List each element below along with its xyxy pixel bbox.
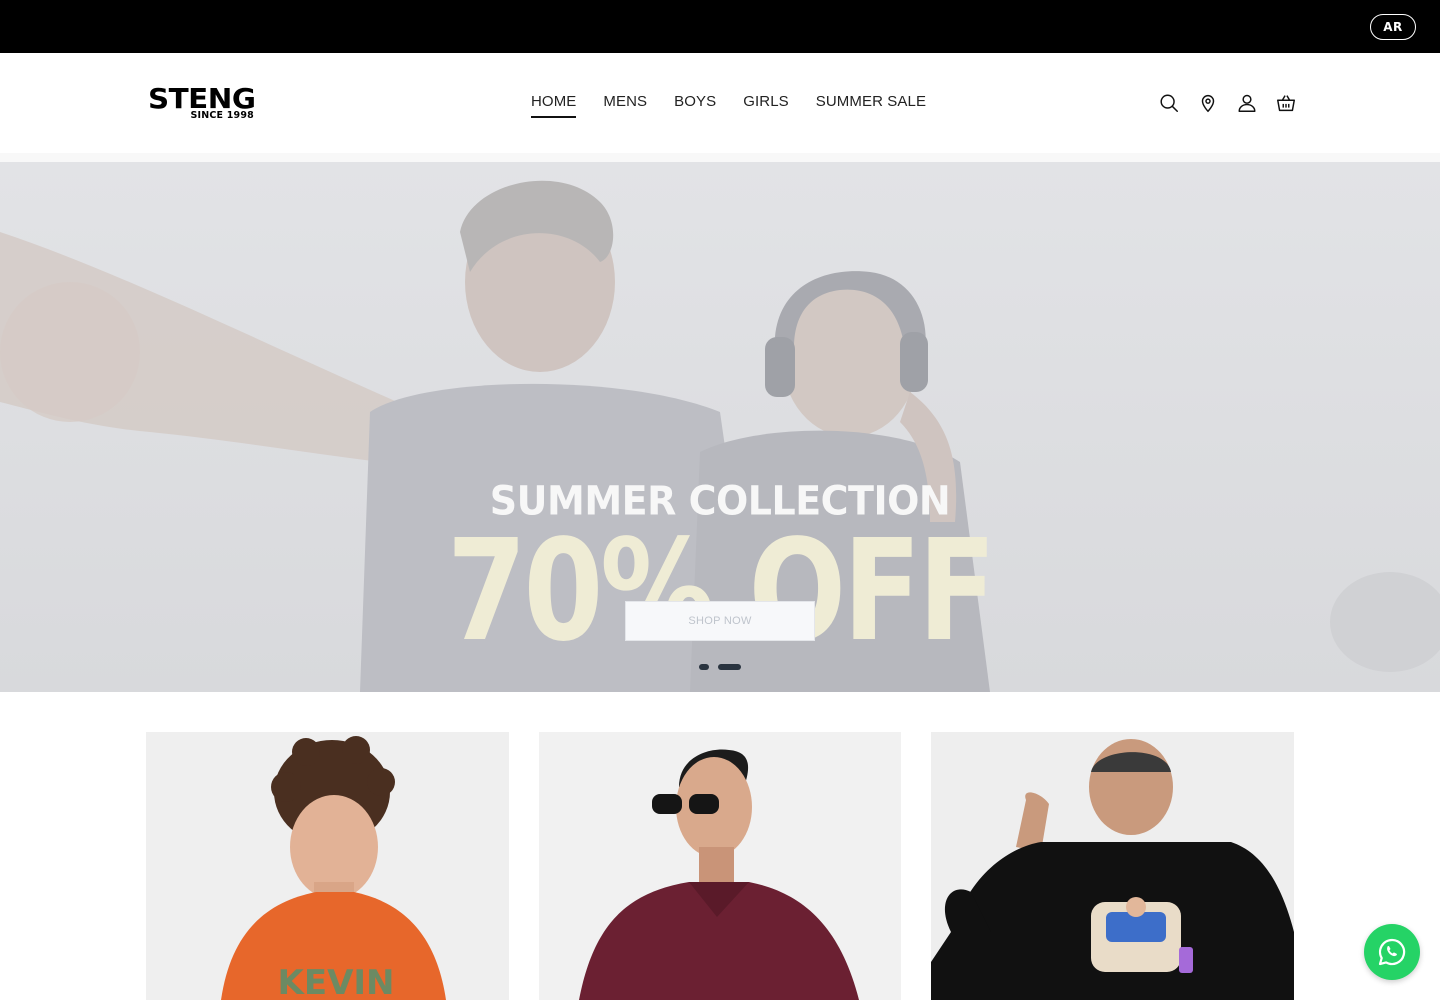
cart-icon[interactable] — [1275, 91, 1297, 115]
carousel-dots — [699, 664, 741, 670]
svg-text:KEVIN: KEVIN — [278, 963, 395, 1000]
nav-item-summer-sale[interactable]: SUMMER SALE — [816, 93, 926, 118]
logo-tagline: SINCE 1998 — [190, 110, 254, 121]
category-tile-mens[interactable] — [539, 732, 901, 1000]
logo-wordmark: STENG — [148, 82, 256, 115]
hero-offer: 70% OFF — [446, 510, 997, 673]
main-nav: HOME MENS BOYS GIRLS SUMMER SALE — [531, 93, 926, 118]
category-tiles: KEVIN — [146, 732, 1294, 1000]
carousel-dot-active[interactable] — [718, 664, 741, 670]
product-image — [931, 732, 1294, 1000]
whatsapp-icon — [1378, 938, 1406, 966]
product-image — [539, 732, 901, 1000]
product-image: KEVIN — [146, 732, 509, 1000]
site-header: STENG SINCE 1998 HOME MENS BOYS GIRLS SU… — [0, 53, 1440, 153]
search-icon[interactable] — [1158, 91, 1180, 115]
whatsapp-chat-button[interactable] — [1364, 924, 1420, 980]
nav-item-girls[interactable]: GIRLS — [743, 93, 789, 118]
category-tile-boys[interactable]: KEVIN — [146, 732, 509, 1000]
brand-logo[interactable]: STENG SINCE 1998 — [148, 85, 256, 122]
header-actions — [1158, 91, 1297, 115]
nav-item-boys[interactable]: BOYS — [674, 93, 716, 118]
hero-banner[interactable]: SUMMER COLLECTION 70% OFF SHOP NOW — [0, 162, 1440, 692]
nav-item-mens[interactable]: MENS — [603, 93, 647, 118]
shop-now-button[interactable]: SHOP NOW — [625, 601, 815, 641]
account-icon[interactable] — [1236, 91, 1258, 115]
language-switch-button[interactable]: AR — [1370, 14, 1416, 40]
category-tile-graphic-tees[interactable] — [931, 732, 1294, 1000]
location-icon[interactable] — [1197, 91, 1219, 115]
header-divider — [0, 153, 1440, 162]
top-bar: AR — [0, 0, 1440, 53]
carousel-dot[interactable] — [699, 664, 709, 670]
nav-item-home[interactable]: HOME — [531, 93, 577, 118]
